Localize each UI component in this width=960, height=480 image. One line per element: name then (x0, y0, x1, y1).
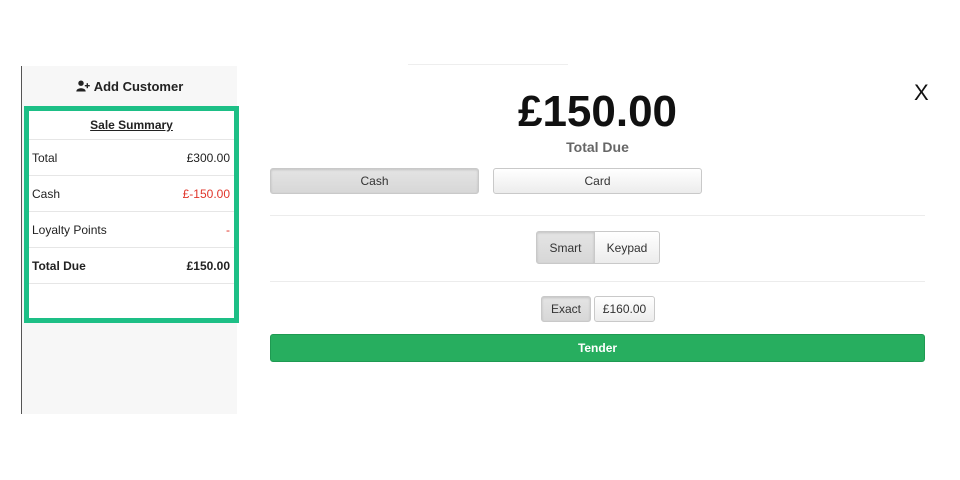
total-due-label: Total Due (566, 139, 629, 155)
section-divider (270, 215, 925, 216)
top-divider (408, 64, 568, 65)
add-customer-label: Add Customer (93, 78, 184, 94)
add-customer-button[interactable]: Add Customer (22, 66, 237, 106)
sale-summary-title: Sale Summary (29, 111, 234, 140)
summary-value: - (226, 222, 230, 237)
sale-summary-panel: Sale Summary Total £300.00 Cash £-150.00… (24, 106, 239, 323)
tender-button[interactable]: Tender (270, 334, 925, 362)
summary-row-loyalty-points: Loyalty Points - (29, 212, 234, 248)
summary-value: £-150.00 (182, 186, 230, 201)
quick-amount-exact[interactable]: Exact (541, 296, 591, 322)
summary-label: Cash (32, 186, 61, 201)
sale-sidebar: Add Customer Sale Summary Total £300.00 … (21, 66, 239, 414)
summary-row-total: Total £300.00 (29, 140, 234, 176)
summary-value: £150.00 (186, 258, 230, 273)
summary-value: £300.00 (186, 150, 230, 165)
payment-screen: Add Customer Sale Summary Total £300.00 … (0, 0, 960, 480)
summary-label: Total (32, 150, 58, 165)
quick-amount-160[interactable]: £160.00 (594, 296, 655, 322)
user-plus-icon (76, 80, 90, 92)
mode-keypad-tab[interactable]: Keypad (594, 231, 660, 264)
total-due-amount: £150.00 (517, 87, 678, 136)
summary-label: Total Due (32, 258, 86, 273)
payment-method-card[interactable]: Card (493, 168, 702, 194)
summary-row-total-due: Total Due £150.00 (29, 248, 234, 284)
summary-label: Loyalty Points (32, 222, 107, 237)
summary-row-cash: Cash £-150.00 (29, 176, 234, 212)
section-divider (270, 281, 925, 282)
mode-smart-tab[interactable]: Smart (536, 231, 595, 264)
payment-method-cash[interactable]: Cash (270, 168, 479, 194)
